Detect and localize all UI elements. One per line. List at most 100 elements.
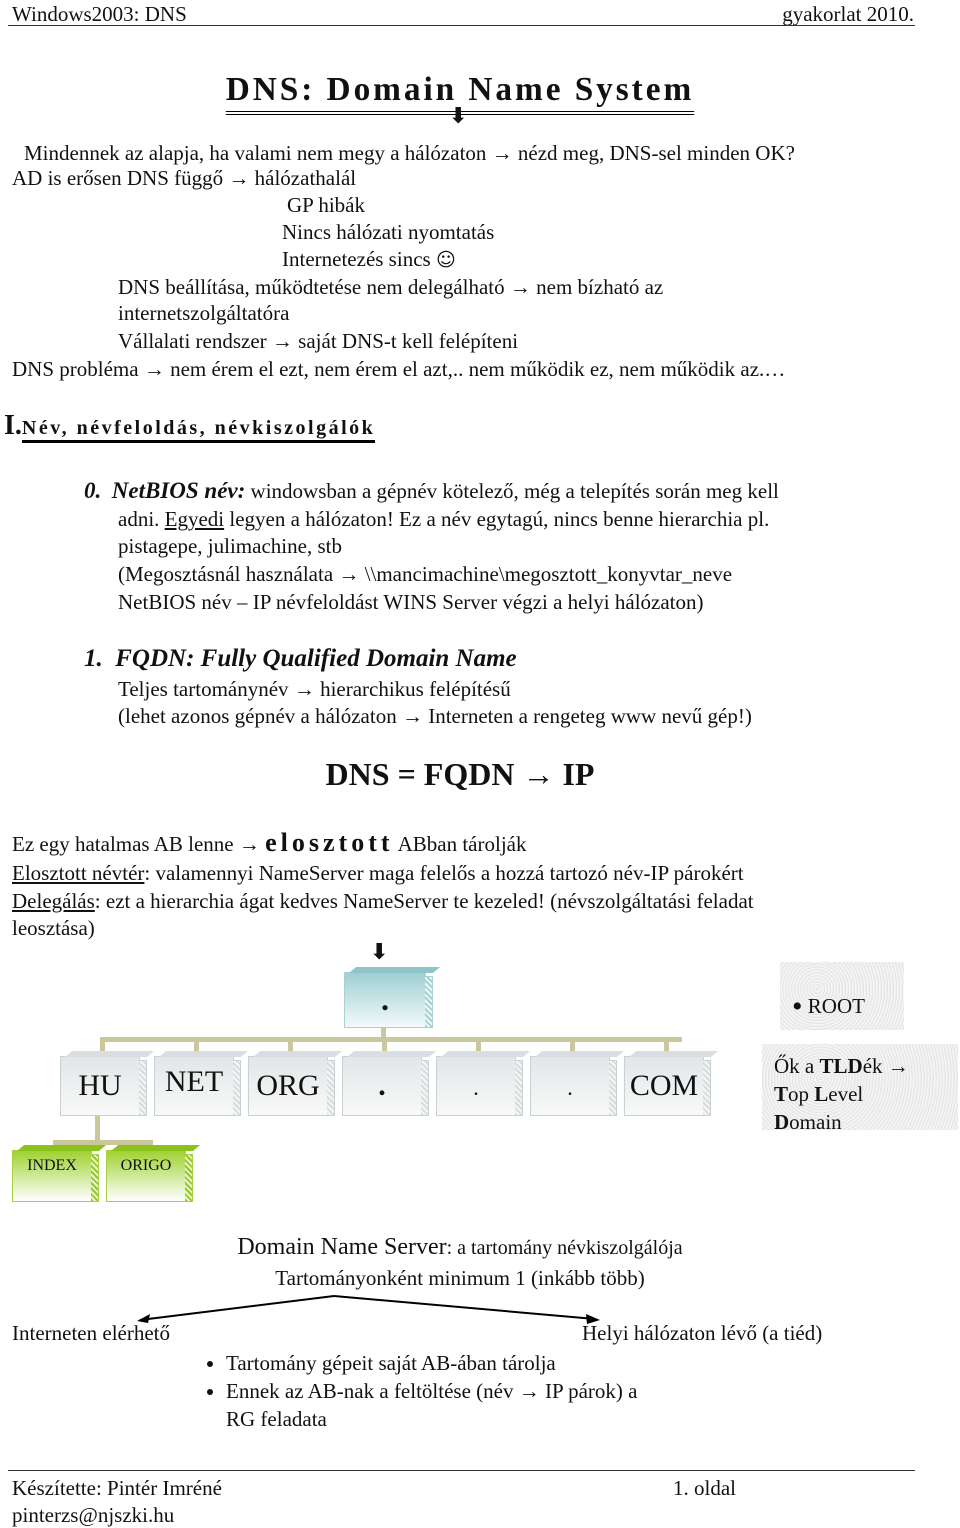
netbios-text: legyen a hálózaton! Ez a név egytagú, ni… [229,507,770,531]
box-top-face [17,1145,107,1151]
box-top-face [253,1051,343,1057]
tld-label: HU [78,1069,122,1102]
subdomain-label: INDEX [27,1157,77,1174]
fqdn-text: Interneten a rengeteg www nevű gép!) [428,704,752,728]
note-text: ék [862,1054,888,1078]
subdomain-node: INDEX [12,1145,107,1202]
arrow-right-line [333,1295,596,1320]
intro-text: Mindennek az alapja, ha valami nem megy … [24,141,487,165]
intro-text: Internetezés sincs [282,247,431,271]
footer-email: pinterzs@njszki.hu [12,1503,175,1527]
box-top-face [111,1145,201,1151]
root-label-text: ROOT [807,994,865,1018]
arrow-right-icon: → [887,1054,909,1078]
box-side-face [425,976,433,1028]
box-side-face [421,1060,429,1116]
root-note-text: • ROOT [792,992,865,1022]
intro-line-6: DNS beállítása, működtetése nem delegálh… [118,274,663,300]
root-note: • ROOT [780,962,904,1030]
header-right-title: gyakorlat 2010. [782,2,914,26]
intro-line-8: Vállalati rendszer → saját DNS-t kell fe… [118,328,518,354]
intro-text: nézd meg, DNS-sel minden OK? [517,141,795,165]
footer-divider [8,1470,915,1471]
distributed-text: : valamennyi NameServer maga felelős a h… [144,861,744,885]
netbios-heading: NetBIOS név: [111,478,246,503]
tld-label: . [567,1075,573,1100]
fqdn-text: hierarchikus felépítésű [320,677,511,701]
box-top-face [347,1051,437,1057]
tld-label: . [473,1075,479,1100]
tld-label: NET [164,1065,224,1098]
netbios-line-2: adni. Egyedi legyen a hálózaton! Ez a né… [118,506,769,532]
box-side-face [515,1060,523,1116]
arrow-right-icon: → [509,275,531,299]
dns-server-heading: Domain Name Server: a tartomány névkiszo… [0,1234,920,1261]
netbios-text: (Megosztásnál használata [118,562,334,586]
netbios-text: windowsban a gépnév kötelező, még a tele… [250,479,779,503]
tld-node: . [342,1051,437,1116]
bullet-text: IP párok) a [544,1379,638,1403]
tld-node: COM [624,1051,719,1116]
fqdn-heading: FQDN: Fully Qualified Domain Name [115,645,517,672]
arrow-right-icon: → [143,357,165,381]
list-number: 0. [84,478,102,503]
emphasized-term: elosztott [265,828,394,857]
intro-text: DNS probléma [12,357,139,381]
box-top-face [441,1051,531,1057]
box-side-face [233,1060,241,1116]
netbios-item: 0. NetBIOS név: windowsban a gépnév köte… [84,478,779,504]
intro-line-7: internetszolgáltatóra [118,301,290,325]
intro-text: saját DNS-t kell felépíteni [298,329,519,353]
arrow-right-icon: → [522,756,555,792]
tld-node: NET [154,1051,249,1116]
arrow-right-icon: → [238,832,260,856]
tld-node: ORG [248,1051,343,1116]
intro-line-9: DNS probléma → nem érem el ezt, nem érem… [12,356,785,382]
underlined-term: Egyedi [164,507,225,531]
intro-text: hálózathalál [254,166,357,190]
dns-server-min: Tartományonként minimum 1 (inkább több) [275,1266,645,1290]
arrow-right-icon: → [293,677,315,701]
fqdn-text: Teljes tartománynév [118,677,289,701]
intro-line-2: AD is erősen DNS függő → hálózathalál [12,165,356,191]
note-text: op [788,1082,815,1106]
tld-node: HU [60,1051,155,1116]
underlined-term: Elosztott névtér [12,861,145,885]
section-heading: I.Név, névfeloldás, névkiszolgálók [4,410,376,443]
arrow-right-icon: → [401,704,423,728]
tld-label: COM [629,1069,699,1102]
note-bold: D [774,1110,790,1130]
dns-server-subtitle: : a tartomány névkiszolgálója [446,1237,683,1259]
note-text: evel [828,1082,864,1106]
box-side-face [609,1060,617,1116]
arrow-down-icon: ⬇ [449,104,468,129]
box-top-face [349,967,441,973]
arrow-left-line [139,1295,335,1321]
distributed-text: Ez egy hatalmas AB lenne [12,832,234,856]
distributed-line-1: Ez egy hatalmas AB lenne → elosztott ABb… [12,830,527,857]
tld-note: Ők a TLDék → Top Level Domain [762,1044,958,1130]
fqdn-item: 1. FQDN: Fully Qualified Domain Name [84,644,517,674]
intro-text: nem érem el ezt, nem érem el azt,.. nem … [170,357,786,381]
netbios-line-3: pistagepe, julimachine, stb [118,534,342,558]
note-bold: T [774,1082,789,1106]
note-bold: L [814,1082,829,1106]
underlined-term: Delegálás [12,889,95,913]
bullet-icon: • [792,990,803,1023]
smiley-icon: ☺ [435,249,456,271]
tld-label: ORG [256,1069,320,1102]
box-top-face [629,1051,719,1057]
arrow-right-icon: → [518,1379,540,1403]
section-number: I. [4,410,22,441]
subdomain-node: ORIGO [106,1145,201,1202]
distributed-line-4: leosztása) [12,916,95,940]
subdomain-label: ORIGO [120,1157,172,1174]
intro-text: Vállalati rendszer [118,329,267,353]
section-title: Név, névfeloldás, névkiszolgálók [21,417,376,443]
bullet-text: RG feladata [226,1407,327,1431]
box-side-face [185,1154,193,1202]
box-side-face [91,1154,99,1202]
arrow-right-icon: → [491,141,513,165]
formula-right: IP [562,756,595,792]
list-number: 1. [84,645,103,672]
